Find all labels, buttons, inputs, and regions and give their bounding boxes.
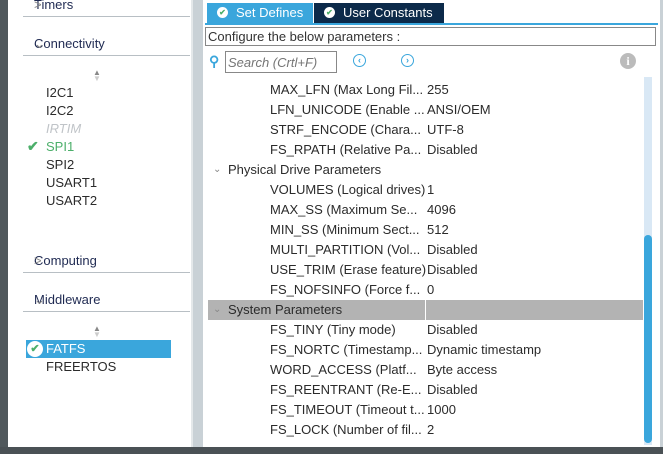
chevron-right-icon: > [34,0,42,12]
parameter-row[interactable]: FS_LOCK (Number of fil... 2 [208,420,643,440]
parameter-value[interactable]: 2 [427,420,434,440]
parameter-value[interactable]: Disabled [427,140,478,160]
check-icon: ✔ [27,138,39,154]
parameter-row[interactable]: FS_RPATH (Relative Pa... Disabled [208,140,643,160]
parameter-value[interactable]: 255 [427,80,449,100]
sort-icon[interactable]: ▲ ▼ [93,69,101,83]
parameter-name: FS_LOCK (Number of fil... [270,422,422,437]
parameter-name: LFN_UNICODE (Enable ... [270,102,425,117]
list-item-spi2[interactable]: SPI2 [46,157,74,172]
parameter-row[interactable]: FS_REENTRANT (Re-E... Disabled [208,380,643,400]
parameter-name: MAX_SS (Maximum Se... [270,202,418,217]
category-timers[interactable]: Timers > [23,0,190,17]
chevron-right-icon: > [34,253,42,268]
parameter-row[interactable]: FS_TINY (Tiny mode) Disabled [208,320,643,340]
parameter-row[interactable]: LFN_UNICODE (Enable ... ANSI/OEM [208,100,643,120]
parameter-name: MIN_SS (Minimum Sect... [270,222,420,237]
parameter-value[interactable]: UTF-8 [427,120,464,140]
parameter-name: MULTI_PARTITION (Vol... [270,242,421,257]
parameter-row[interactable]: WORD_ACCESS (Platf... Byte access [208,360,643,380]
parameter-name: FS_NOFSINFO (Force f... [270,282,421,297]
parameter-group[interactable]: ⌄ Physical Drive Parameters [208,160,643,180]
list-item-usart2[interactable]: USART2 [46,193,97,208]
list-item-i2c2[interactable]: I2C2 [46,103,73,118]
parameter-value[interactable]: 1000 [427,400,456,420]
parameter-row[interactable]: MIN_SS (Minimum Sect... 512 [208,220,643,240]
parameter-row[interactable]: MAX_LFN (Max Long Fil... 255 [208,80,643,100]
search-icon: ⚲ [209,53,220,69]
parameter-name: WORD_ACCESS (Platf... [270,362,417,377]
parameter-group[interactable]: ⌄ System Parameters [208,300,643,320]
parameter-row[interactable]: VOLUMES (Logical drives) 1 [208,180,643,200]
parameter-value[interactable]: ANSI/OEM [427,100,491,120]
config-description: Configure the below parameters : [205,27,656,46]
list-item-irtim[interactable]: IRTIM [46,121,81,136]
check-circle-icon: ✔ [324,7,335,18]
parameter-row[interactable]: FS_NOFSINFO (Force f... 0 [208,280,643,300]
chevron-down-icon: ⌄ [34,36,45,51]
parameter-value[interactable]: Disabled [427,320,478,340]
tab-set-defines[interactable]: ✔ Set Defines [207,3,313,23]
parameter-value[interactable]: Byte access [427,360,497,380]
parameter-row[interactable]: STRF_ENCODE (Chara... UTF-8 [208,120,643,140]
parameter-tree: MAX_LFN (Max Long Fil... 255 LFN_UNICODE (… [208,80,643,446]
parameter-value[interactable]: 1 [427,180,434,200]
parameter-name: STRF_ENCODE (Chara... [270,122,421,137]
category-middleware[interactable]: Middleware ⌄ [23,292,190,312]
parameter-row[interactable]: MAX_SS (Maximum Se... 4096 [208,200,643,220]
status-strip [0,447,663,454]
parameter-name: USE_TRIM (Erase feature) [270,262,427,277]
parameter-name: FS_RPATH (Relative Pa... [270,142,422,157]
list-item-spi1[interactable]: SPI1 [46,139,74,154]
list-item-fatfs[interactable]: ✔ FATFS [26,340,171,358]
group-label: System Parameters [228,302,343,317]
parameter-value[interactable]: Disabled [427,240,478,260]
group-label: Physical Drive Parameters [228,162,382,177]
configuration-panel: ✔ Set Defines ✔ User Constants Configure t… [203,0,660,447]
column-divider [425,300,426,320]
parameter-name: FS_TIMEOUT (Timeout t... [270,402,425,417]
parameter-name: FS_TINY (Tiny mode) [270,322,396,337]
tab-user-constants[interactable]: ✔ User Constants [314,3,444,23]
window-edge [0,0,8,454]
parameter-row[interactable]: FS_TIMEOUT (Timeout t... 1000 [208,400,643,420]
category-sidebar: Timers > Connectivity ⌄ ▲ ▼ I2C1 I2C2 IRTIM… [8,0,193,447]
check-circle-icon: ✔ [217,7,228,18]
chevron-down-icon[interactable]: ⌄ [213,160,221,180]
tab-label: User Constants [343,5,433,20]
check-circle-icon: ✔ [27,341,43,357]
parameter-row[interactable]: MULTI_PARTITION (Vol... Disabled [208,240,643,260]
parameter-value[interactable]: 0 [427,280,434,300]
scrollbar-thumb[interactable] [644,235,652,443]
list-item-usart1[interactable]: USART1 [46,175,97,190]
tab-underline [205,23,658,25]
parameter-value[interactable]: Dynamic timestamp [427,340,541,360]
category-connectivity[interactable]: Connectivity ⌄ [23,36,190,56]
parameter-value[interactable]: 512 [427,220,449,240]
parameter-value[interactable]: 4096 [427,200,456,220]
chevron-down-icon: ⌄ [34,292,45,307]
tab-label: Set Defines [236,5,304,20]
parameter-name: FS_NORTC (Timestamp... [270,342,423,357]
list-item-label: FATFS [46,341,86,356]
parameter-row[interactable]: USE_TRIM (Erase feature) Disabled [208,260,643,280]
sort-icon[interactable]: ▲ ▼ [93,325,101,339]
parameter-value[interactable]: Disabled [427,380,478,400]
search-input[interactable] [225,51,337,73]
next-icon[interactable]: › [401,54,414,67]
list-item-i2c1[interactable]: I2C1 [46,85,73,100]
parameter-row[interactable]: FS_NORTC (Timestamp... Dynamic timestamp [208,340,643,360]
parameter-name: VOLUMES (Logical drives) [270,182,426,197]
previous-icon[interactable]: ‹ [353,54,366,67]
parameter-name: FS_REENTRANT (Re-E... [270,382,422,397]
parameter-value[interactable]: Disabled [427,260,478,280]
info-icon[interactable]: i [620,53,636,69]
list-item-freertos[interactable]: FREERTOS [46,359,116,374]
chevron-down-icon[interactable]: ⌄ [213,300,221,320]
category-computing[interactable]: Computing > [23,253,190,273]
parameter-name: MAX_LFN (Max Long Fil... [270,82,424,97]
